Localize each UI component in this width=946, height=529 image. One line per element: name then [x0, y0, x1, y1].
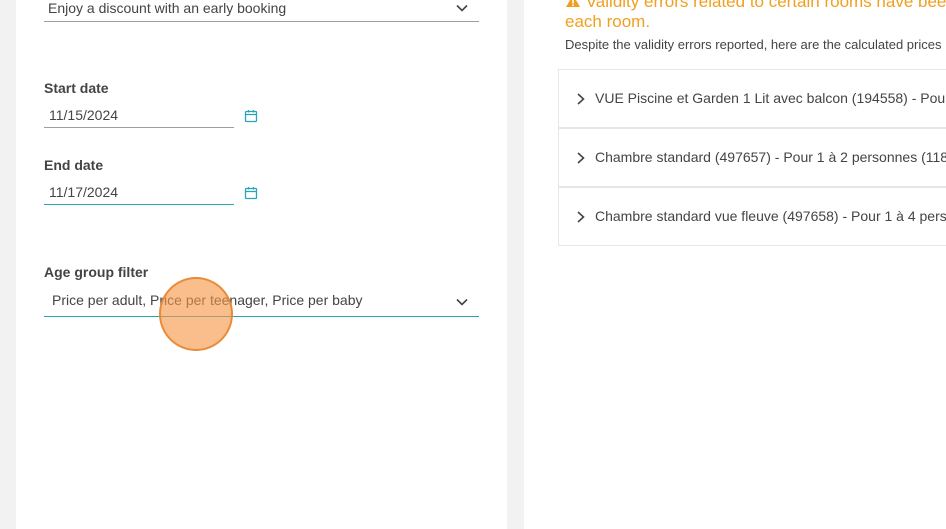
results-description: Despite the validity errors reported, he…	[565, 37, 942, 52]
calendar-icon[interactable]	[244, 109, 258, 123]
room-accordion-item[interactable]: Chambre standard (497657) - Pour 1 à 2 p…	[558, 128, 946, 187]
room-accordion-item[interactable]: Chambre standard vue fleuve (497658) - P…	[558, 187, 946, 246]
warning-text-line2: each room.	[565, 12, 651, 31]
room-accordion-item[interactable]: VUE Piscine et Garden 1 Lit avec balcon …	[558, 69, 946, 128]
start-date-label: Start date	[44, 80, 109, 96]
warning-icon	[566, 0, 580, 7]
validity-warning: Validity errors related to certain rooms…	[565, 0, 946, 32]
discount-select[interactable]: Enjoy a discount with an early booking	[44, 0, 479, 22]
room-label: Chambre standard (497657) - Pour 1 à 2 p…	[595, 149, 946, 165]
chevron-right-icon	[577, 152, 585, 164]
age-group-filter-label: Age group filter	[44, 264, 149, 280]
room-label: VUE Piscine et Garden 1 Lit avec balcon …	[595, 90, 946, 106]
start-date-input[interactable]: 11/15/2024	[44, 104, 234, 128]
discount-select-value: Enjoy a discount with an early booking	[48, 0, 287, 16]
chevron-right-icon	[577, 93, 585, 105]
age-group-filter-select[interactable]: Price per adult, Price per teenager, Pri…	[44, 290, 479, 317]
chevron-down-icon	[456, 298, 468, 306]
click-indicator	[159, 277, 233, 351]
chevron-down-icon	[456, 4, 468, 12]
end-date-value: 11/17/2024	[49, 184, 119, 200]
end-date-input[interactable]: 11/17/2024	[44, 181, 234, 205]
start-date-value: 11/15/2024	[49, 107, 119, 123]
room-label: Chambre standard vue fleuve (497658) - P…	[595, 208, 946, 224]
warning-text-line1: Validity errors related to certain rooms…	[585, 0, 946, 11]
booking-filter-panel: Enjoy a discount with an early booking S…	[16, 0, 507, 529]
chevron-right-icon	[577, 211, 585, 223]
price-results-panel: Validity errors related to certain rooms…	[524, 0, 946, 529]
calendar-icon[interactable]	[244, 186, 258, 200]
end-date-label: End date	[44, 157, 104, 173]
